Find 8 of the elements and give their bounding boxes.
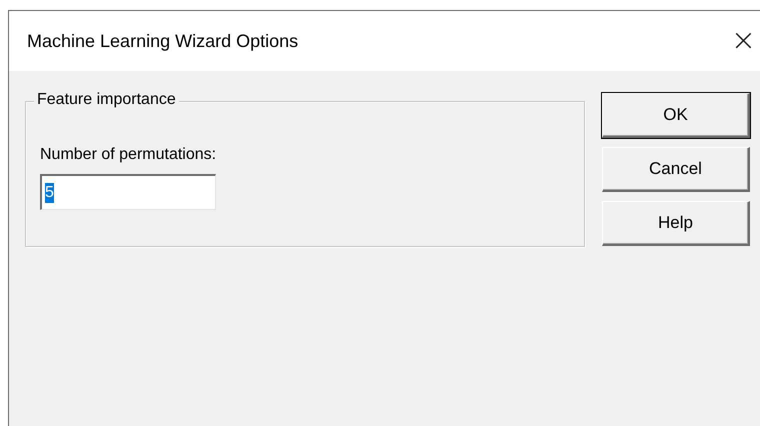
field-label: Number of permutations: <box>40 146 218 164</box>
input-field[interactable]: 5 <box>40 174 216 210</box>
dialog-button[interactable]: Cancel <box>602 147 750 192</box>
close-button[interactable]: × <box>720 26 760 56</box>
window-title: Machine Learning Wizard Options <box>27 30 298 52</box>
dialog-button[interactable]: OK <box>602 93 750 138</box>
dialog-button[interactable]: Help <box>602 201 750 246</box>
group-title: Feature importance <box>34 91 179 109</box>
